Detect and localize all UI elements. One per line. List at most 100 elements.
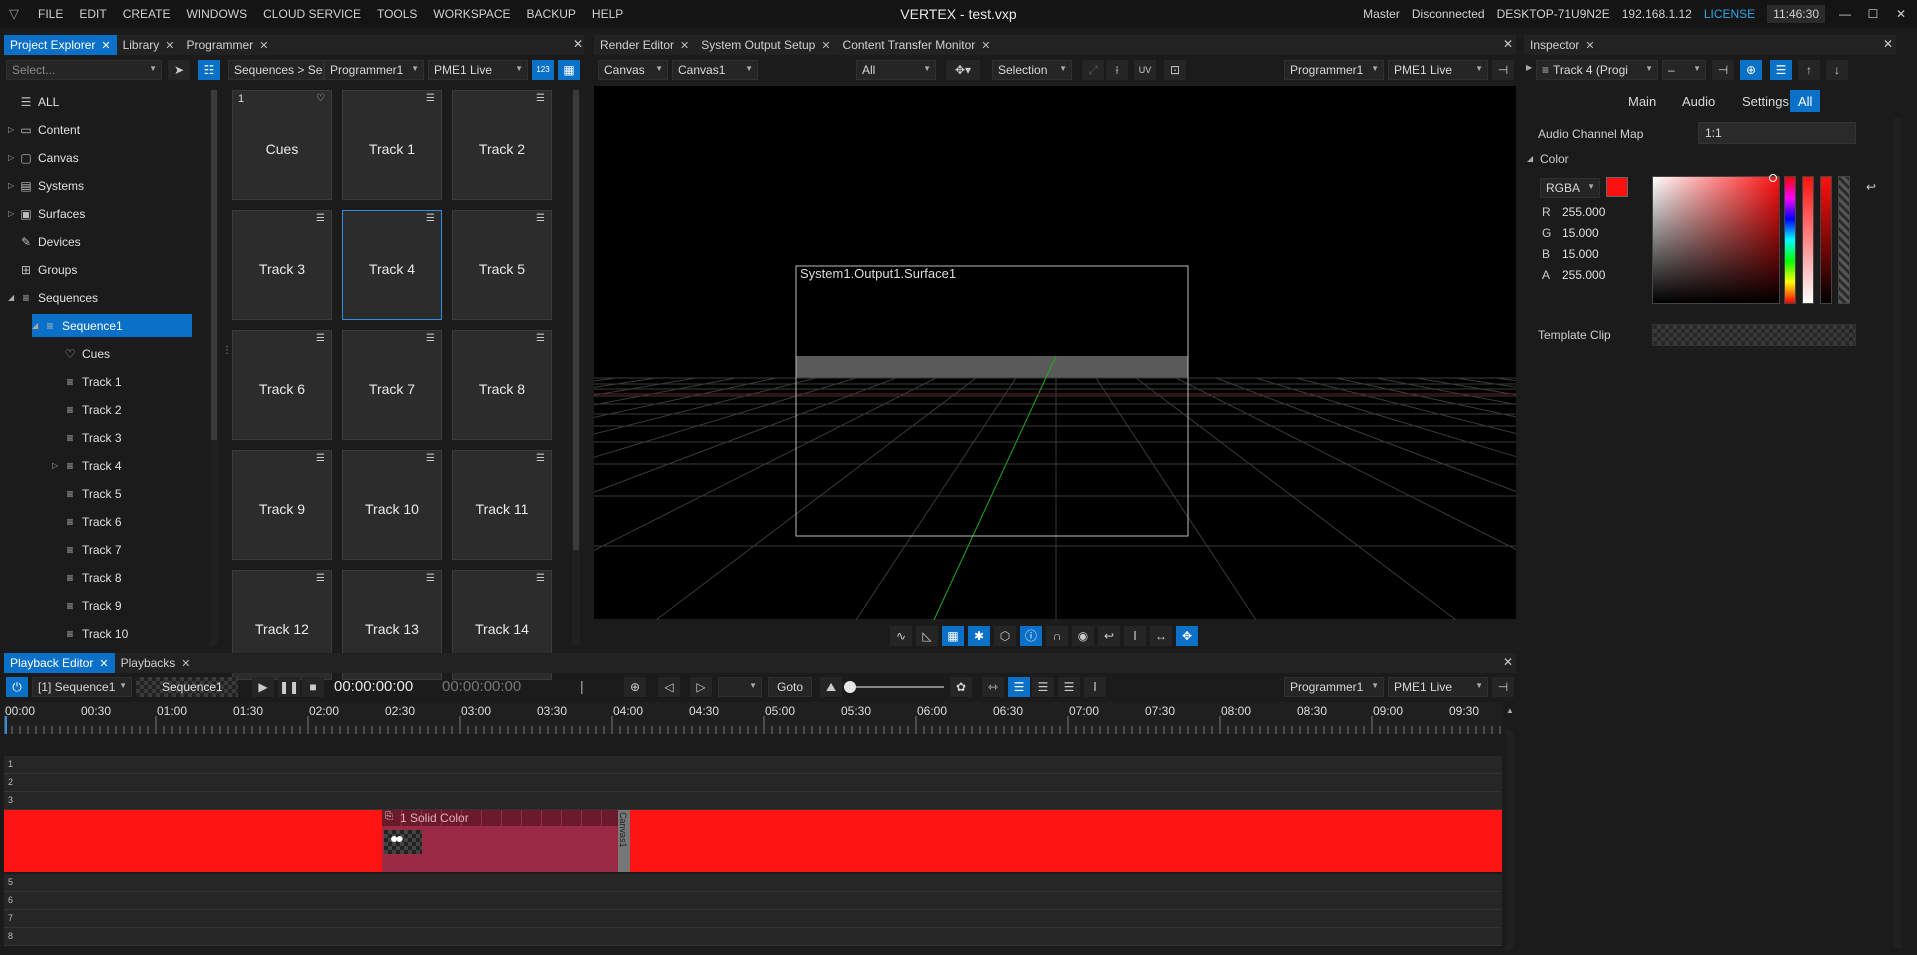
clip-canvas-handle[interactable]: Canvas1 xyxy=(618,810,630,872)
tree-item-content[interactable]: ▷ ▭ Content xyxy=(8,118,198,141)
menu-cloud-service[interactable]: CLOUD SERVICE xyxy=(255,7,369,21)
magnet-icon[interactable]: ∩ xyxy=(1046,626,1068,646)
tiles-scrollbar[interactable] xyxy=(572,90,580,646)
cue-dropdown[interactable]: ▼ xyxy=(718,677,762,697)
undo-icon[interactable]: ↩ xyxy=(1098,626,1120,646)
menu-tools[interactable]: TOOLS xyxy=(369,7,425,21)
fit-icon[interactable]: ⊡ xyxy=(1164,60,1186,80)
next-cue-icon[interactable]: ▷ xyxy=(690,677,712,697)
tree-item-devices[interactable]: ✎ Devices xyxy=(8,230,198,253)
cursor-text-icon[interactable]: Ⅰ xyxy=(1084,677,1106,697)
close-icon[interactable]: ✕ xyxy=(99,657,108,670)
ramp-icon[interactable]: ◺ xyxy=(916,626,938,646)
value-slider[interactable] xyxy=(1820,176,1832,304)
minimize-icon[interactable]: — xyxy=(1837,7,1853,21)
menu-backup[interactable]: BACKUP xyxy=(519,7,584,21)
tab-playbacks[interactable]: Playbacks ✕ xyxy=(115,653,197,673)
tab-programmer[interactable]: Programmer ✕ xyxy=(181,35,275,55)
goto-button[interactable]: Goto xyxy=(768,677,812,697)
playback-sequence-dropdown[interactable]: [1] Sequence1 ▼ xyxy=(32,677,132,697)
tree-item-track-5[interactable]: ≡ Track 5 xyxy=(52,482,198,505)
cube-icon[interactable]: ⬡ xyxy=(994,626,1016,646)
move-tool-icon[interactable]: ✥▾ xyxy=(946,60,980,80)
target-icon[interactable]: ⊕ xyxy=(1740,60,1762,80)
arrow-down-icon[interactable]: ↓ xyxy=(1826,60,1848,80)
expand-arrow-icon[interactable]: ▷ xyxy=(8,153,18,162)
view-mode-dropdown[interactable]: Canvas ▼ xyxy=(598,60,668,80)
tree-item-track-7[interactable]: ≡ Track 7 xyxy=(52,538,198,561)
playback-live-dropdown[interactable]: PME1 Live ▼ xyxy=(1388,677,1488,697)
snap-icon[interactable]: ⟊ xyxy=(1106,60,1128,80)
tree-item-cues[interactable]: ♡ Cues xyxy=(52,342,198,365)
tab-render-editor[interactable]: Render Editor ✕ xyxy=(594,35,695,55)
lock-pin-icon[interactable]: ⊣ xyxy=(1712,60,1734,80)
zoom-mountain-icon[interactable]: ⛰ xyxy=(820,677,842,697)
width-icon[interactable]: ↔ xyxy=(1150,626,1172,646)
camera-icon[interactable]: ✱ xyxy=(968,626,990,646)
timeline-scrollbar[interactable] xyxy=(1506,730,1514,950)
playback-programmer-dropdown[interactable]: Programmer1 ▼ xyxy=(1284,677,1384,697)
channel-b-value[interactable]: 15.000 xyxy=(1562,247,1599,261)
close-icon[interactable]: ✕ xyxy=(680,39,689,52)
render-programmer-dropdown[interactable]: Programmer1 ▼ xyxy=(1284,60,1384,80)
gizmo-icon[interactable]: ✥ xyxy=(1176,626,1198,646)
menu-workspace[interactable]: WORKSPACE xyxy=(425,7,518,21)
splitter-handle[interactable]: ⋮ xyxy=(222,345,232,356)
alpha-slider[interactable] xyxy=(1838,176,1850,304)
grid-view-icon[interactable]: ▦ xyxy=(558,60,580,80)
menu-edit[interactable]: EDIT xyxy=(71,7,114,21)
reset-color-icon[interactable]: ↩ xyxy=(1866,180,1876,194)
sequence-tile-track-5[interactable]: Track 5 ☰ xyxy=(452,210,552,320)
color-swatch[interactable] xyxy=(1606,177,1628,197)
numbers-toggle-button[interactable]: 123 xyxy=(532,60,554,80)
tree-item-track-6[interactable]: ≡ Track 6 xyxy=(52,510,198,533)
timeline-track-row[interactable]: 2 xyxy=(4,774,1502,792)
center-panel-close-icon[interactable]: ✕ xyxy=(1503,37,1513,51)
channel-r-value[interactable]: 255.000 xyxy=(1562,205,1605,219)
sequence-tile-track-7[interactable]: Track 7 ☰ xyxy=(342,330,442,440)
sequence-name-field[interactable]: Sequence1 xyxy=(136,677,238,697)
expand-arrow-icon[interactable]: ▷ xyxy=(52,461,62,470)
close-icon[interactable]: ✕ xyxy=(981,39,990,52)
saturation-slider[interactable] xyxy=(1802,176,1814,304)
filter-dropdown[interactable]: All ▼ xyxy=(856,60,936,80)
sequence-breadcrumb[interactable]: Sequences > Seq xyxy=(228,60,324,80)
fit-horizontal-icon[interactable]: ⇿ xyxy=(982,677,1004,697)
menu-windows[interactable]: WINDOWS xyxy=(178,7,255,21)
tree-item-all[interactable]: ☰ ALL xyxy=(8,90,198,113)
menu-help[interactable]: HELP xyxy=(584,7,631,21)
info-icon[interactable]: ⓘ xyxy=(1020,626,1042,646)
tree-item-track-3[interactable]: ≡ Track 3 xyxy=(52,426,198,449)
zoom-slider[interactable] xyxy=(844,681,944,693)
sequence-tile-track-2[interactable]: Track 2 ☰ xyxy=(452,90,552,200)
close-icon[interactable]: ✕ xyxy=(165,39,174,52)
tree-item-systems[interactable]: ▷ ▤ Systems xyxy=(8,174,198,197)
tab-inspector[interactable]: Inspector ✕ xyxy=(1524,35,1601,55)
sequence-tile-track-6[interactable]: Track 6 ☰ xyxy=(232,330,332,440)
inspector-subtab-main[interactable]: Main xyxy=(1620,90,1664,112)
inspector-subtab-settings[interactable]: Settings xyxy=(1734,90,1797,112)
tree-item-track-4[interactable]: ▷ ≡ Track 4 xyxy=(52,454,198,477)
timeline-ruler[interactable] xyxy=(3,702,1502,734)
expand-arrow-icon[interactable]: ▷ xyxy=(8,181,18,190)
chevron-up-icon[interactable]: ▲ xyxy=(1506,706,1514,715)
align-tracks-icon[interactable]: ☰ xyxy=(1008,677,1030,697)
tree-item-track-9[interactable]: ≡ Track 9 xyxy=(52,594,198,617)
wave-icon[interactable]: ∿ xyxy=(890,626,912,646)
channel-a-value[interactable]: 255.000 xyxy=(1562,268,1605,282)
programmer-dropdown[interactable]: Programmer1 ▼ xyxy=(324,60,424,80)
expand-arrow-icon[interactable]: ◢ xyxy=(8,293,18,302)
timeline-track-row[interactable]: 5 xyxy=(4,874,1502,892)
stop-icon[interactable]: ■ xyxy=(302,677,324,697)
power-icon[interactable]: ⏻ xyxy=(6,677,28,697)
sequence-tile-cues[interactable]: Cues ♡ 1 xyxy=(232,90,332,200)
inspector-subtab-all[interactable]: All xyxy=(1790,90,1821,112)
bottom-panel-close-icon[interactable]: ✕ xyxy=(1503,655,1513,669)
tree-item-track-10[interactable]: ≡ Track 10 xyxy=(52,622,198,645)
tab-system-output-setup[interactable]: System Output Setup ✕ xyxy=(695,35,836,55)
pointer-tool-icon[interactable]: ➤ xyxy=(168,60,190,80)
zoom-flower-icon[interactable]: ✿ xyxy=(950,677,972,697)
align-left-icon[interactable]: ☰ xyxy=(1032,677,1054,697)
color-picker-square[interactable] xyxy=(1652,174,1780,304)
canvas-dropdown[interactable]: Canvas1 ▼ xyxy=(672,60,758,80)
